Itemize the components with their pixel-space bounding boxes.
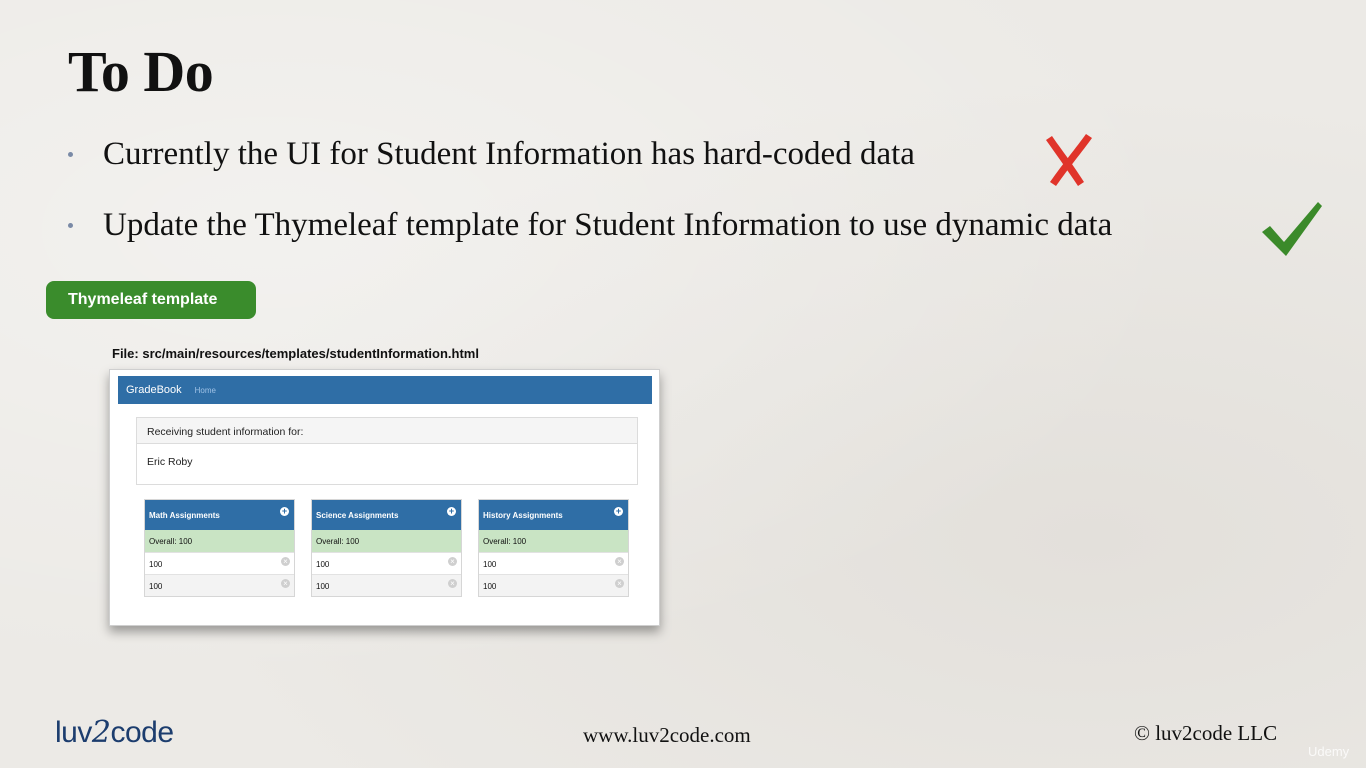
footer-url: www.luv2code.com	[583, 723, 751, 747]
overall-grade: Overall: 100	[145, 530, 294, 552]
remove-grade-icon[interactable]: ×	[281, 579, 290, 588]
logo-prefix: luv	[55, 716, 92, 749]
grade-row: 100 ×	[312, 574, 461, 596]
bullet-text: Currently the UI for Student Information…	[103, 136, 915, 172]
red-x-icon	[1046, 134, 1092, 186]
grade-value: 100	[483, 582, 497, 591]
luv2code-logo: luv2code	[55, 715, 174, 750]
panel-title: Math Assignments	[149, 511, 220, 520]
add-grade-icon[interactable]: +	[447, 507, 456, 516]
nav-link-home[interactable]: Home	[195, 386, 216, 395]
bullet-item: Update the Thymeleaf template for Studen…	[68, 207, 1112, 244]
history-assignments-panel: History Assignments + Overall: 100 100 × …	[478, 499, 629, 597]
udemy-watermark: Udemy	[1308, 744, 1350, 759]
footer-copyright: © luv2code LLC	[1134, 721, 1278, 745]
remove-grade-icon[interactable]: ×	[448, 557, 457, 566]
bullet-dot	[68, 152, 73, 157]
grade-row: 100 ×	[145, 574, 294, 596]
bullet-item: Currently the UI for Student Information…	[68, 136, 915, 173]
grade-value: 100	[316, 582, 330, 591]
panel-header: Science Assignments +	[312, 500, 461, 530]
panel-title: Science Assignments	[316, 511, 399, 520]
student-info-heading: Receiving student information for:	[137, 418, 637, 444]
bullet-dot	[68, 223, 73, 228]
remove-grade-icon[interactable]: ×	[281, 557, 290, 566]
app-screenshot: GradeBook Home Receiving student informa…	[109, 369, 660, 626]
panel-title: History Assignments	[483, 511, 563, 520]
remove-grade-icon[interactable]: ×	[448, 579, 457, 588]
logo-suffix: code	[110, 716, 174, 749]
math-assignments-panel: Math Assignments + Overall: 100 100 × 100…	[144, 499, 295, 597]
grade-value: 100	[316, 560, 330, 569]
logo-two: 2	[91, 715, 111, 750]
science-assignments-panel: Science Assignments + Overall: 100 100 × …	[311, 499, 462, 597]
remove-grade-icon[interactable]: ×	[615, 557, 624, 566]
grade-value: 100	[483, 560, 497, 569]
navbar-brand[interactable]: GradeBook	[126, 384, 182, 396]
green-check-icon	[1262, 202, 1322, 256]
bullet-text: Update the Thymeleaf template for Studen…	[103, 207, 1113, 243]
overall-grade: Overall: 100	[312, 530, 461, 552]
grade-row: 100 ×	[479, 574, 628, 596]
grade-row: 100 ×	[312, 552, 461, 574]
section-tag: Thymeleaf template	[46, 281, 256, 319]
navbar: GradeBook Home	[118, 376, 652, 404]
slide-title: To Do	[68, 39, 214, 104]
overall-grade: Overall: 100	[479, 530, 628, 552]
add-grade-icon[interactable]: +	[280, 507, 289, 516]
student-name: Eric Roby	[147, 456, 193, 468]
grade-row: 100 ×	[145, 552, 294, 574]
add-grade-icon[interactable]: +	[614, 507, 623, 516]
grade-value: 100	[149, 582, 163, 591]
grade-value: 100	[149, 560, 163, 569]
panel-header: Math Assignments +	[145, 500, 294, 530]
student-info-panel: Receiving student information for: Eric …	[136, 417, 638, 485]
panel-header: History Assignments +	[479, 500, 628, 530]
file-path-label: File: src/main/resources/templates/stude…	[112, 346, 479, 361]
grade-row: 100 ×	[479, 552, 628, 574]
remove-grade-icon[interactable]: ×	[615, 579, 624, 588]
